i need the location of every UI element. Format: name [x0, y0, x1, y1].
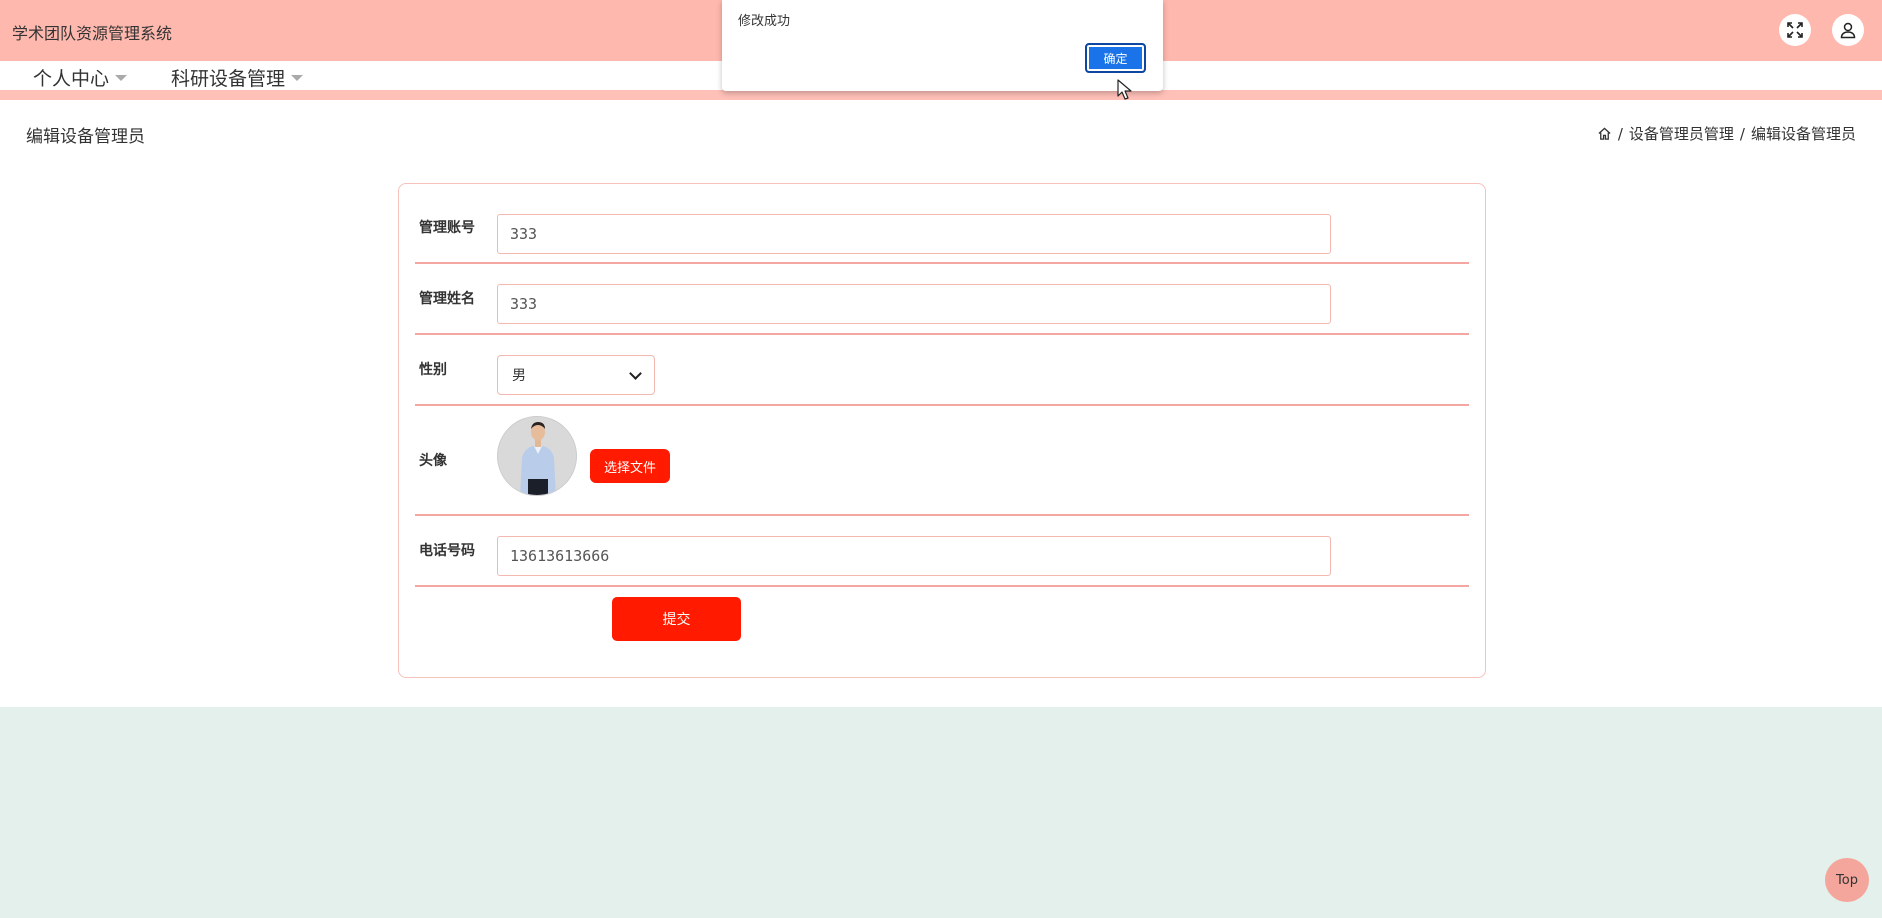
form-row-phone: 电话号码 13613613666: [415, 516, 1469, 587]
gender-select-value: 男: [512, 368, 526, 384]
home-icon[interactable]: [1597, 126, 1612, 141]
nav-divider: [0, 90, 1882, 100]
edit-admin-form: 管理账号 333 管理姓名 333 性别 男 头像 选择文件 电话号码 1361…: [398, 183, 1486, 678]
account-input[interactable]: 333: [497, 214, 1331, 254]
name-label: 管理姓名: [419, 291, 475, 307]
form-row-gender: 性别 男: [415, 335, 1469, 406]
dialog-message: 修改成功: [738, 14, 791, 29]
breadcrumb-separator: /: [1617, 124, 1623, 143]
back-to-top-button[interactable]: Top: [1825, 858, 1869, 902]
user-icon: [1840, 22, 1856, 39]
account-label: 管理账号: [419, 220, 475, 236]
breadcrumb: / 设备管理员管理 / 编辑设备管理员: [1597, 123, 1856, 144]
user-profile-button[interactable]: [1832, 14, 1864, 46]
fullscreen-button[interactable]: [1779, 14, 1811, 46]
submit-button[interactable]: 提交: [612, 597, 741, 641]
breadcrumb-item-admin-management[interactable]: 设备管理员管理: [1629, 123, 1734, 144]
caret-down-icon: [115, 74, 128, 81]
page-title: 编辑设备管理员: [26, 127, 145, 147]
avatar-label: 头像: [419, 453, 447, 469]
gender-label: 性别: [419, 362, 447, 378]
gender-select[interactable]: 男: [497, 355, 655, 395]
name-input[interactable]: 333: [497, 284, 1331, 324]
phone-input[interactable]: 13613613666: [497, 536, 1331, 576]
breadcrumb-item-edit-admin: 编辑设备管理员: [1750, 125, 1856, 143]
main-content: 编辑设备管理员 / 设备管理员管理 / 编辑设备管理员 管理账号 333 管理姓…: [0, 100, 1882, 707]
choose-file-button[interactable]: 选择文件: [590, 449, 670, 483]
fullscreen-icon: [1787, 22, 1803, 38]
breadcrumb-separator: /: [1739, 124, 1745, 143]
alert-dialog: 修改成功 确定: [722, 0, 1163, 91]
nav-item-research-equipment[interactable]: 科研设备管理: [171, 64, 304, 91]
mouse-cursor-icon: [1117, 79, 1132, 100]
form-row-avatar: 头像 选择文件: [415, 406, 1469, 516]
caret-down-icon: [291, 74, 304, 81]
nav-item-personal-center[interactable]: 个人中心: [33, 64, 128, 91]
nav-item-label: 科研设备管理: [171, 68, 286, 90]
avatar-preview: [497, 416, 577, 496]
form-row-account: 管理账号 333: [415, 184, 1469, 264]
chevron-down-icon: [629, 366, 642, 380]
dialog-ok-button[interactable]: 确定: [1085, 43, 1146, 73]
app-title: 学术团队资源管理系统: [12, 24, 173, 43]
person-portrait-icon: [498, 417, 576, 495]
phone-label: 电话号码: [419, 543, 475, 559]
form-row-name: 管理姓名 333: [415, 264, 1469, 335]
nav-item-label: 个人中心: [33, 68, 110, 90]
